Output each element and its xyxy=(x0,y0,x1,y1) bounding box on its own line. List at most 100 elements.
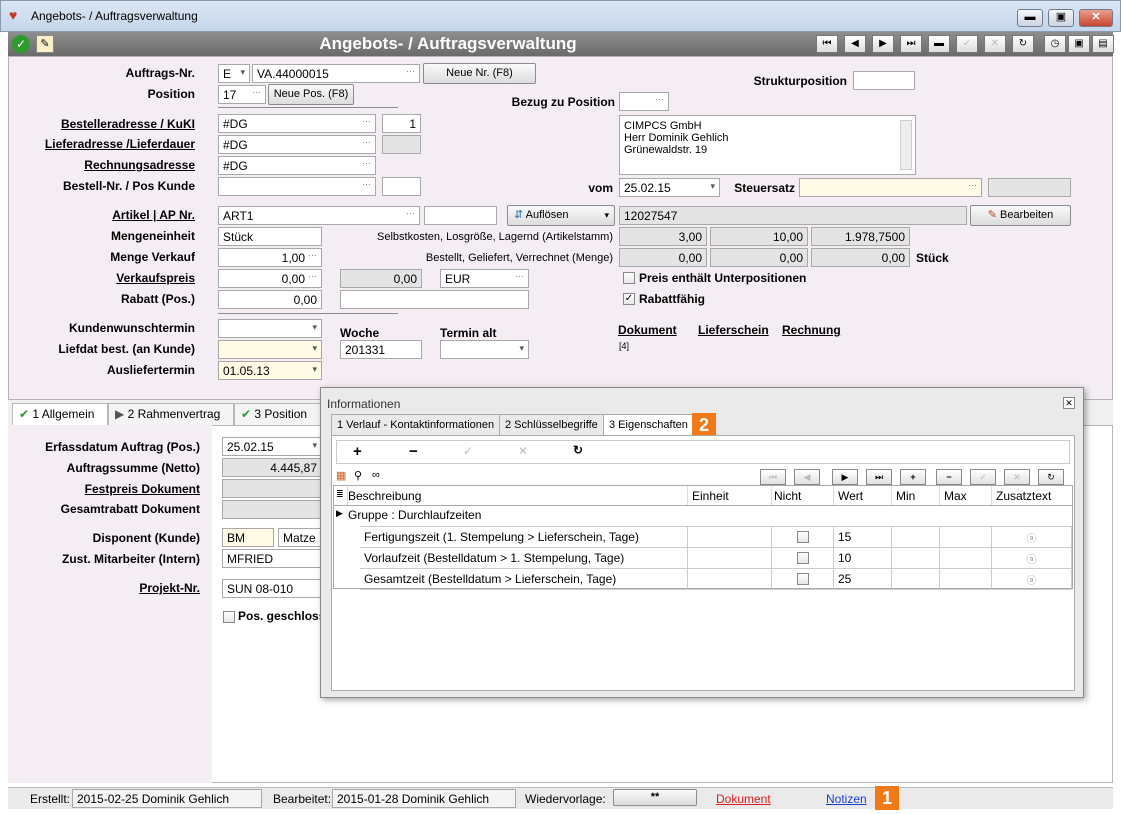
rechnung-label[interactable]: Rechnungsadresse xyxy=(20,158,195,172)
geschlossen-checkbox[interactable] xyxy=(223,611,235,623)
row-einheit[interactable] xyxy=(688,548,772,569)
close-button[interactable]: ✕ xyxy=(1079,9,1113,27)
col-wert[interactable]: Wert xyxy=(834,486,892,505)
filter-icon[interactable]: ⚲ xyxy=(354,469,362,482)
row-beschreibung[interactable]: Gesamtzeit (Bestelldatum > Lieferschein,… xyxy=(360,569,688,590)
box-icon[interactable]: ▣ xyxy=(1068,35,1090,53)
col-einheit[interactable]: Einheit xyxy=(688,486,772,505)
address-scrollbar[interactable] xyxy=(900,120,912,170)
export-icon[interactable]: ▤ xyxy=(1092,35,1114,53)
col-min[interactable]: Min xyxy=(892,486,940,505)
prev-record-button[interactable]: ◀ xyxy=(844,35,866,53)
woche-input[interactable]: 201331 xyxy=(340,340,422,359)
notizen-link[interactable]: Notizen xyxy=(826,792,867,806)
kundenwunsch-input[interactable] xyxy=(218,319,322,338)
liefdat-input[interactable] xyxy=(218,340,322,359)
note-icon[interactable]: ⓐ xyxy=(992,527,1072,548)
termin-alt-select[interactable] xyxy=(440,340,529,359)
projekt-label[interactable]: Projekt-Nr. xyxy=(20,581,200,595)
row-max[interactable] xyxy=(940,569,992,590)
bearbeiten-button[interactable]: ✎ Bearbeiten xyxy=(970,205,1071,226)
row-min[interactable] xyxy=(892,527,940,548)
bezug-input[interactable] xyxy=(619,92,669,111)
erfass-input[interactable]: 25.02.15 xyxy=(222,437,322,456)
artikel-label[interactable]: Artikel | AP Nr. xyxy=(20,208,195,222)
kuki-input[interactable]: 1 xyxy=(382,114,421,133)
disponent-input[interactable]: BM xyxy=(222,528,274,547)
mitarbeiter-input[interactable]: MFRIED xyxy=(222,549,322,568)
grid-prev-button[interactable]: ◀ xyxy=(794,469,820,485)
dialog-tab-verlauf[interactable]: 1 Verlauf - Kontaktinformationen xyxy=(331,414,501,436)
mengeneinheit-input[interactable]: Stück xyxy=(218,227,322,246)
row-nicht[interactable] xyxy=(772,527,834,548)
col-nicht[interactable]: Nicht xyxy=(772,486,834,505)
dokument-link[interactable]: Dokument xyxy=(618,323,677,337)
row-wert[interactable]: 10 xyxy=(834,548,892,569)
group-row[interactable]: Gruppe : Durchlaufzeiten xyxy=(348,508,481,522)
grid-refresh-button[interactable]: ↻ xyxy=(1038,469,1064,485)
tab-rahmenvertrag[interactable]: ▶ 2 Rahmenvertrag xyxy=(108,403,234,426)
new-number-button[interactable]: Neue Nr. (F8) xyxy=(423,63,536,84)
check-icon[interactable]: ✓ xyxy=(463,444,473,458)
struktur-input[interactable] xyxy=(853,71,915,90)
wiedervorlage-button[interactable]: ** xyxy=(613,789,697,806)
row-nicht[interactable] xyxy=(772,569,834,590)
auftrags-prefix-select[interactable]: E xyxy=(218,64,250,83)
grid-icon[interactable]: ▦ xyxy=(336,469,346,482)
delete-record-button[interactable]: ▬ xyxy=(928,35,950,53)
projekt-input[interactable]: SUN 08-010 xyxy=(222,579,322,598)
maximize-button[interactable]: ▣ xyxy=(1048,9,1074,27)
liefer-input[interactable]: #DG xyxy=(218,135,376,154)
verkaufspreis-label[interactable]: Verkaufspreis xyxy=(20,271,195,285)
row-wert[interactable]: 25 xyxy=(834,569,892,590)
auftrags-nr-input[interactable]: VA.44000015 xyxy=(252,64,420,83)
clock-icon[interactable]: ◷ xyxy=(1044,35,1066,53)
row-max[interactable] xyxy=(940,527,992,548)
tab-position[interactable]: ✔ 3 Position xyxy=(234,403,324,426)
bestellnr-input[interactable] xyxy=(218,177,376,196)
refresh-button[interactable]: ↻ xyxy=(1012,35,1034,53)
row-wert[interactable]: 15 xyxy=(834,527,892,548)
grid-last-button[interactable]: ⏭ xyxy=(866,469,892,485)
nicht-checkbox[interactable] xyxy=(796,531,809,543)
cancel-icon[interactable]: ✕ xyxy=(518,444,528,458)
vom-date-input[interactable]: 25.02.15 xyxy=(619,178,720,197)
group-expand-icon[interactable]: ▶ xyxy=(336,508,343,519)
steuersatz-input[interactable] xyxy=(799,178,982,197)
grid-save-button[interactable]: ✓ xyxy=(970,469,996,485)
liefer-label[interactable]: Lieferadresse /Lieferdauer xyxy=(20,137,195,151)
dialog-close-icon[interactable]: ✕ xyxy=(1063,397,1075,409)
dialog-tab-eigenschaften[interactable]: 3 Eigenschaften xyxy=(603,414,694,436)
refresh-icon[interactable]: ↻ xyxy=(573,443,583,457)
chevron-down-icon[interactable]: ▾ xyxy=(604,206,609,225)
auslief-input[interactable]: 01.05.13 xyxy=(218,361,322,380)
grid-add-button[interactable]: + xyxy=(900,469,926,485)
tab-allgemein[interactable]: ✔ 1 Allgemein xyxy=(12,403,108,426)
last-record-button[interactable]: ⏭ xyxy=(900,35,922,53)
note-icon[interactable]: ⓐ xyxy=(992,569,1072,590)
position-input[interactable]: 17 xyxy=(218,85,266,104)
grid-cancel-button[interactable]: ✕ xyxy=(1004,469,1030,485)
dialog-tab-schluessel[interactable]: 2 Schlüsselbegriffe xyxy=(499,414,604,436)
minimize-button[interactable]: ▬ xyxy=(1017,9,1043,27)
col-zusatztext[interactable]: Zusatztext xyxy=(992,486,1072,505)
note-icon[interactable]: ⓐ xyxy=(992,548,1072,569)
rabatt-input[interactable]: 0,00 xyxy=(218,290,322,309)
new-position-button[interactable]: Neue Pos. (F8) xyxy=(268,84,354,105)
aufloesen-button[interactable]: ⇵ Auflösen ▾ xyxy=(507,205,615,226)
minus-icon[interactable]: − xyxy=(409,443,418,460)
save-record-button[interactable]: ✓ xyxy=(956,35,978,53)
rabatt-info[interactable] xyxy=(340,290,529,309)
rechnung-input[interactable]: #DG xyxy=(218,156,376,175)
preis-unterpos-checkbox[interactable] xyxy=(623,272,635,284)
nicht-checkbox[interactable] xyxy=(796,573,809,585)
row-max[interactable] xyxy=(940,548,992,569)
binoculars-icon[interactable]: ∞ xyxy=(372,469,380,481)
row-einheit[interactable] xyxy=(688,527,772,548)
besteller-input[interactable]: #DG xyxy=(218,114,376,133)
rabattfaehig-checkbox[interactable]: ✓ xyxy=(623,293,635,305)
add-icon[interactable]: + xyxy=(353,443,362,460)
grid-delete-button[interactable]: − xyxy=(936,469,962,485)
row-min[interactable] xyxy=(892,548,940,569)
col-max[interactable]: Max xyxy=(940,486,992,505)
